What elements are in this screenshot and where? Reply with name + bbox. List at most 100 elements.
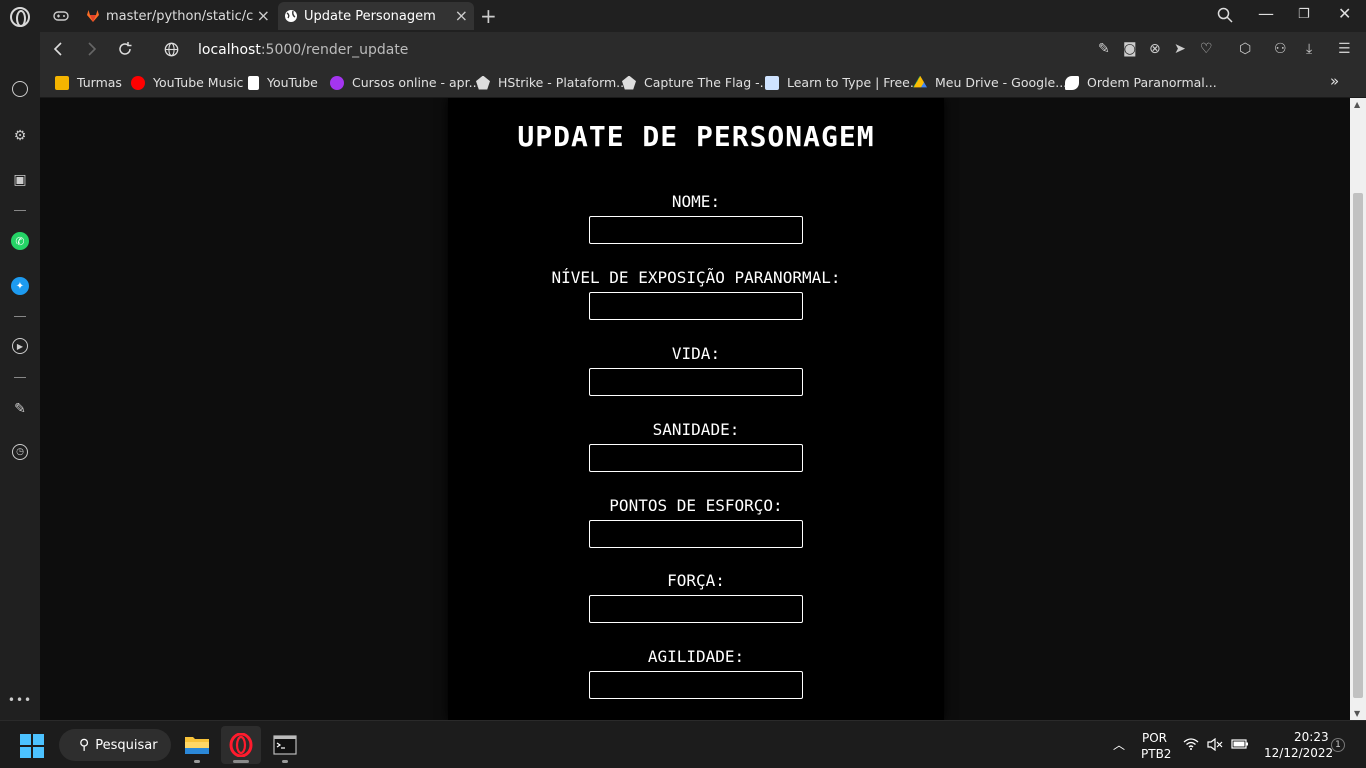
new-tab-button[interactable]: + [480,4,497,28]
battery-charging-icon[interactable] [1231,738,1249,750]
taskbar-search[interactable]: ⚲ Pesquisar [59,729,171,761]
close-window-button[interactable]: ✕ [1338,4,1351,23]
scrollbar-thumb[interactable] [1353,193,1363,698]
sanidade-input[interactable] [589,444,803,472]
back-icon[interactable] [53,42,63,56]
search-icon: ⚲ [79,737,90,753]
keyboard-layout-label[interactable]: PTB2 [1141,747,1171,761]
bookmark-label: HStrike - Plataform... [498,75,629,90]
field-label: VIDA: [671,344,721,363]
site-info-globe-icon[interactable] [164,42,179,57]
close-tab-icon[interactable]: × [257,8,270,24]
update-form-card: UPDATE DE PERSONAGEM NOME: NÍVEL DE EXPO… [448,98,944,720]
field-label: PONTOS DE ESFORÇO: [609,496,783,515]
address-bar: localhost:5000/render_update ✎ ◙ ⊗ ➤ ♡ ⬡… [40,32,1366,68]
gx-corner-icon[interactable]: ⚙ [10,126,30,146]
account-icon[interactable]: ⚇ [1274,41,1287,57]
bookmark-label: Learn to Type | Free... [787,75,922,90]
twitter-icon[interactable]: ✦ [11,277,29,295]
maximize-button[interactable]: ❐ [1298,7,1310,22]
whatsapp-icon[interactable]: ✆ [11,232,29,250]
udemy-icon [330,75,344,90]
volume-muted-icon[interactable] [1207,738,1223,751]
bookmark-google-drive[interactable]: Meu Drive - Google... [913,75,1067,90]
folder-icon [185,737,209,754]
bookmark-ordem-paranormal[interactable]: Ordem Paranormal... [1065,75,1217,90]
field-nex: NÍVEL DE EXPOSIÇÃO PARANORMAL: [448,267,944,320]
bookmark-youtube-music[interactable]: YouTube Music [131,75,243,90]
field-label: FORÇA: [667,571,725,590]
scroll-down-icon[interactable]: ▼ [1354,709,1360,718]
pontos-esforco-input[interactable] [589,520,803,548]
more-bookmarks-icon[interactable]: » [1330,72,1339,90]
bookmark-learn-to-type[interactable]: Learn to Type | Free... [765,75,922,90]
tab-gitlab[interactable]: master/python/static/css/u × [80,2,276,30]
download-icon[interactable]: ⤓ [1306,41,1312,57]
tab-strip: master/python/static/css/u × Update Pers… [0,0,1366,32]
bookmark-ctf[interactable]: Capture The Flag -... [622,75,772,90]
notification-badge[interactable]: 1 [1331,738,1345,752]
url-host: localhost [198,42,261,58]
ctf-icon [622,75,636,90]
pinboard-icon[interactable]: ✎ [10,399,30,419]
heart-icon[interactable]: ♡ [1200,41,1213,57]
field-vida: VIDA: [448,343,944,396]
field-agilidade: AGILIDADE: [448,646,944,699]
easy-setup-icon[interactable]: ☰ [1338,41,1351,57]
camera-icon[interactable]: ◙ [1123,41,1137,57]
bookmark-youtube[interactable]: YouTube [248,75,318,90]
bookmark-label: YouTube [267,75,318,90]
ad-blocker-icon[interactable]: ⊗ [1149,41,1161,57]
nome-input[interactable] [589,216,803,244]
send-icon[interactable]: ➤ [1174,41,1186,57]
vida-input[interactable] [589,368,803,396]
history-icon[interactable]: ◷ [12,444,28,460]
more-icon[interactable]: ••• [8,690,31,710]
file-explorer-app[interactable] [177,726,217,764]
bookmark-label: Turmas [77,75,122,90]
field-forca: FORÇA: [448,570,944,623]
bookmark-turmas[interactable]: Turmas [55,75,122,90]
agilidade-input[interactable] [589,671,803,699]
running-indicator [282,760,288,763]
tab-search-icon[interactable] [1217,7,1233,23]
google-drive-icon [913,75,927,88]
cube-icon[interactable]: ⬡ [1239,41,1251,57]
snap-edit-icon[interactable]: ✎ [1098,41,1110,57]
tab-label: master/python/static/css/u [106,8,254,24]
gamepad-icon [53,11,69,21]
tab-gx-controls[interactable] [48,2,74,30]
bookmarks-bar: Turmas YouTube Music YouTube Cursos onli… [40,68,1366,98]
globe-icon [285,10,297,22]
forward-icon[interactable] [87,42,97,56]
opera-app[interactable] [221,726,261,764]
windows-start-icon[interactable] [20,734,44,758]
forca-input[interactable] [589,595,803,623]
nex-input[interactable] [589,292,803,320]
language-label[interactable]: POR [1142,731,1167,745]
speed-dial-icon[interactable] [12,81,28,97]
url-field[interactable]: localhost:5000/render_update [198,42,408,58]
typing-icon [765,75,779,90]
wifi-icon[interactable] [1183,738,1199,750]
clock-time[interactable]: 20:23 [1294,730,1329,744]
twitch-icon[interactable]: ▣ [10,170,30,190]
tab-update-personagem[interactable]: Update Personagem × [278,2,474,30]
opera-menu-icon[interactable] [10,7,30,27]
clock-date[interactable]: 12/12/2022 [1264,746,1333,760]
field-label: SANIDADE: [652,420,740,439]
reload-icon[interactable] [118,42,132,56]
file-icon [248,75,259,90]
page-scrollbar[interactable]: ▲ ▼ [1350,98,1366,720]
scroll-up-icon[interactable]: ▲ [1354,100,1360,109]
bookmark-hstrike[interactable]: HStrike - Plataform... [476,75,628,90]
bookmark-udemy[interactable]: Cursos online - apr... [330,75,481,90]
minimize-button[interactable]: — [1258,4,1274,23]
bookmark-label: Meu Drive - Google... [935,75,1068,90]
sidebar-divider [14,210,26,211]
tab-label: Update Personagem [304,8,436,24]
close-tab-icon[interactable]: × [455,8,468,24]
player-icon[interactable]: ▶ [12,338,28,354]
show-hidden-icons-icon[interactable]: ︿ [1113,736,1125,753]
terminal-app[interactable] [265,726,305,764]
